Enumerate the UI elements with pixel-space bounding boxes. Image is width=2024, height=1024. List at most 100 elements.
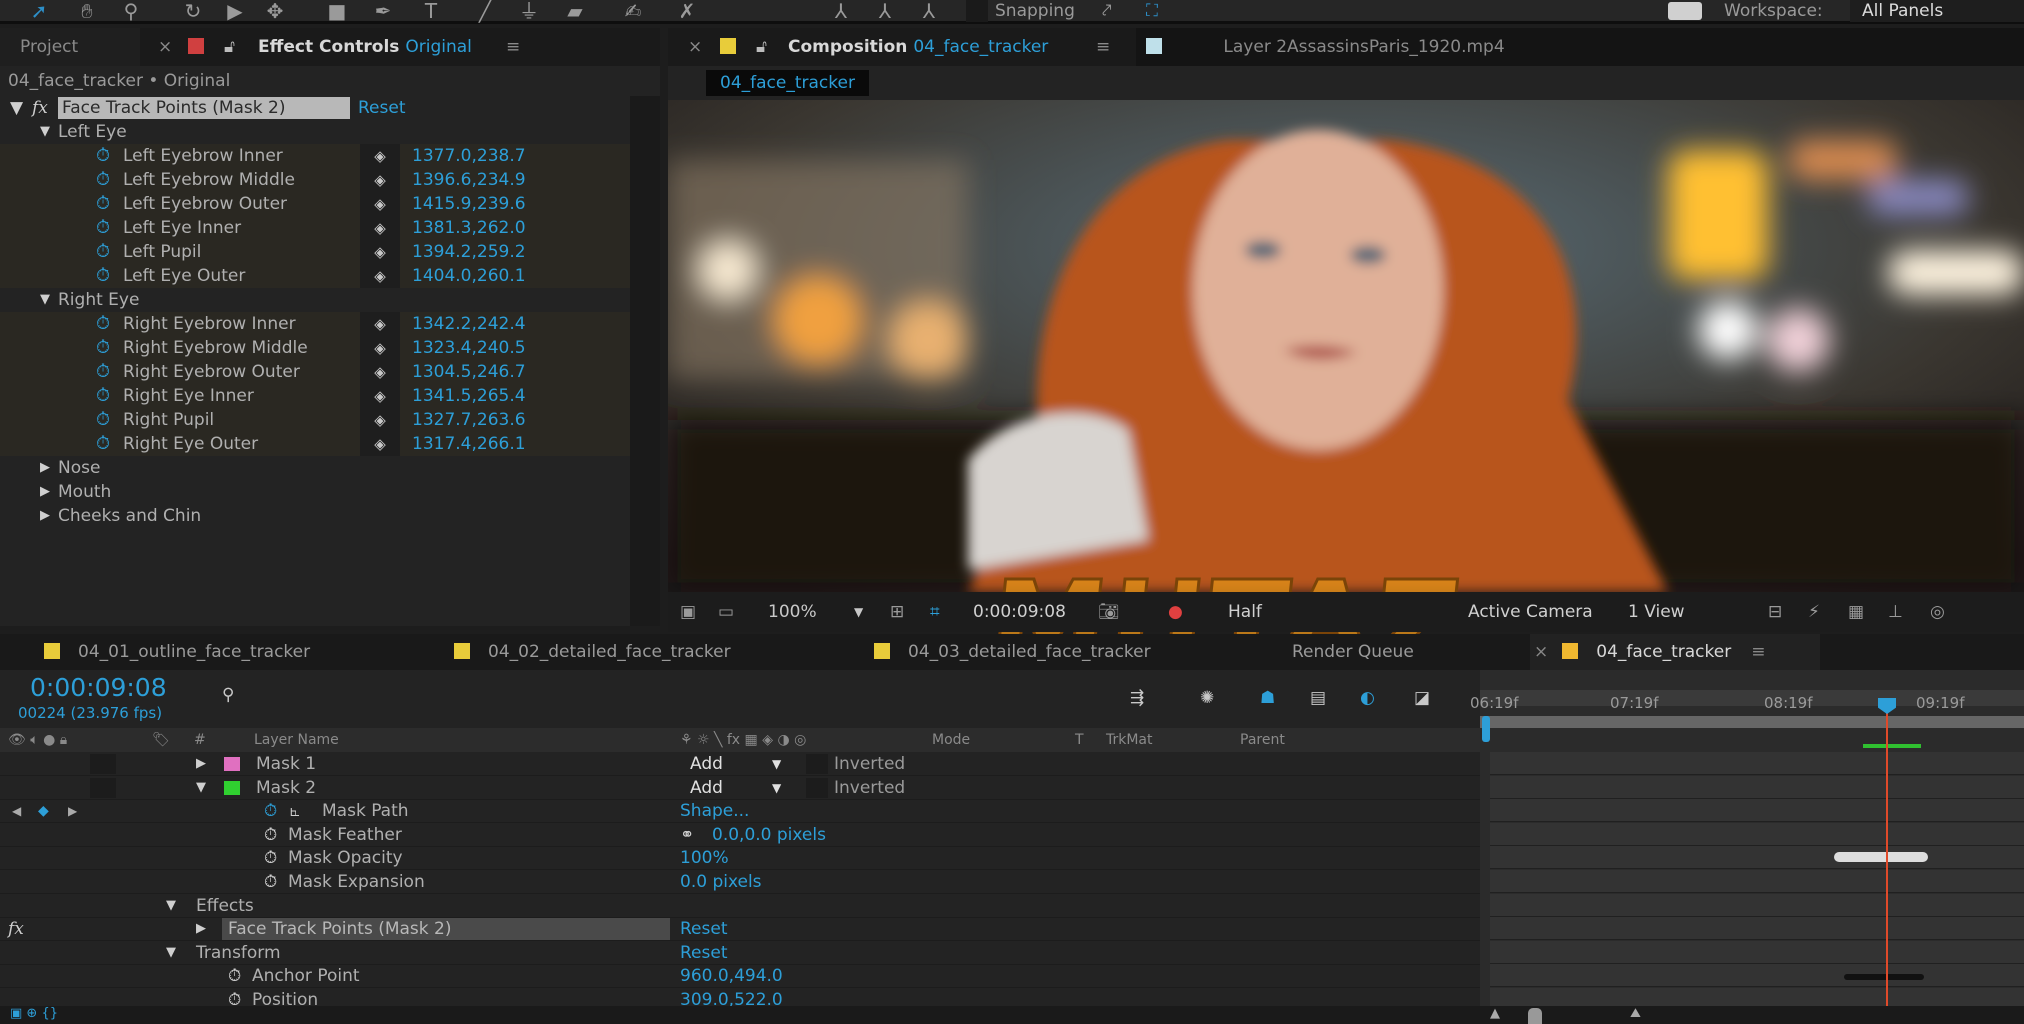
point-target-icon[interactable]: ◈ [360, 144, 400, 168]
vr-headset-icon[interactable] [1668, 2, 1702, 20]
axis-tool-3-icon[interactable]: ⅄ [914, 0, 944, 22]
prev-keyframe-icon[interactable]: ◀ [12, 799, 21, 823]
disclosure-triangle-icon[interactable]: ▼ [10, 96, 23, 120]
lock-switch[interactable] [90, 777, 116, 798]
point-value[interactable]: 1415.9,239.6 [412, 192, 526, 216]
stopwatch-icon[interactable]: ⏱︎ [264, 870, 277, 894]
exposure-reset-icon[interactable]: ◎ [1930, 592, 1945, 632]
chevron-down-icon[interactable]: ▼ [772, 752, 781, 776]
timeline-row[interactable]: ▼ Mask 2 Add ▼ Inverted [0, 776, 1480, 800]
composition-viewer[interactable] [668, 100, 2024, 592]
track-row[interactable] [1490, 775, 2024, 799]
point-target-icon[interactable]: ◈ [360, 432, 400, 456]
comp-flow-chip[interactable]: 04_face_tracker [706, 70, 869, 96]
pixel-aspect-icon[interactable]: ⊟ [1768, 592, 1782, 632]
channels-icon[interactable]: ● [1168, 592, 1183, 632]
timeline-row[interactable]: ▼ Transform Reset [0, 941, 1480, 965]
snapping-checkbox[interactable] [966, 0, 988, 22]
snap-option-icon[interactable]: ⤤ [1102, 0, 1112, 22]
timeline-tab[interactable]: 04_03_detailed_face_tracker [874, 634, 1151, 670]
point-target-icon[interactable]: ◈ [360, 408, 400, 432]
stopwatch-icon[interactable]: ⏱︎ [96, 240, 110, 264]
close-tab-icon[interactable]: × [688, 28, 702, 66]
reset-button[interactable]: Reset [680, 941, 728, 965]
snapshot-icon[interactable]: 📷︎ [1098, 592, 1120, 632]
motion-blur-icon[interactable]: ◐ [1360, 688, 1375, 708]
timeline-tab[interactable]: 04_01_outline_face_tracker [44, 634, 310, 670]
keyframe-cluster[interactable] [1844, 974, 1924, 980]
rotate-tool-icon[interactable]: ↻ [178, 0, 208, 22]
axis-tool-1-icon[interactable]: ⅄ [826, 0, 856, 22]
camera-tool-icon[interactable]: ▶ [220, 0, 250, 22]
disclosure-closed-icon[interactable]: ▶ [196, 917, 206, 941]
playhead-handle[interactable] [1878, 698, 1896, 714]
mask-color-chip[interactable] [224, 757, 240, 771]
point-target-icon[interactable]: ◈ [360, 192, 400, 216]
timeline-tab[interactable]: 04_02_detailed_face_tracker [454, 634, 731, 670]
mask-name[interactable]: Mask 1 [256, 752, 316, 776]
point-target-icon[interactable]: ◈ [360, 360, 400, 384]
rectangle-tool-icon[interactable]: ■ [322, 0, 352, 22]
point-target-icon[interactable]: ◈ [360, 168, 400, 192]
track-row[interactable] [1490, 964, 2024, 988]
track-row[interactable] [1490, 752, 2024, 775]
keyframe-diamond-icon[interactable]: ◆ [38, 799, 49, 823]
timeline-row[interactable]: ⏱︎ Anchor Point 960.0,494.0 [0, 964, 1480, 989]
tab-layer[interactable]: Layer 2AssassinsParis_1920.mp4 [1136, 28, 2024, 66]
disclosure-closed-icon[interactable]: ▶ [196, 752, 206, 776]
property-value[interactable]: 0.0,0.0 pixels [712, 823, 826, 847]
timeline-search[interactable]: ⚲ [222, 682, 462, 708]
point-value[interactable]: 1327.7,263.6 [412, 408, 526, 432]
disclosure-open-icon[interactable]: ▼ [166, 894, 176, 918]
fx-icon[interactable]: fx [32, 96, 48, 120]
track-row[interactable] [1490, 799, 2024, 823]
tab-project[interactable]: Project [0, 28, 140, 66]
column-trkmat[interactable]: TrkMat [1106, 728, 1153, 752]
clone-stamp-tool-icon[interactable]: ⏚ [514, 0, 544, 22]
effect-group-mouth[interactable]: ▶ Mouth [0, 480, 630, 504]
mask-mode-select[interactable]: Add [690, 752, 723, 776]
disclosure-closed-icon[interactable]: ▶ [40, 480, 50, 504]
point-target-icon[interactable]: ◈ [360, 336, 400, 360]
point-value[interactable]: 1377.0,238.7 [412, 144, 526, 168]
graph-icon[interactable]: ⦜ [290, 799, 300, 823]
fx-icon[interactable]: fx [8, 917, 24, 941]
point-value[interactable]: 1304.5,246.7 [412, 360, 526, 384]
zoom-in-icon[interactable]: ⛰︎ [1630, 1006, 1641, 1021]
point-target-icon[interactable]: ◈ [360, 384, 400, 408]
camera-select[interactable]: Active Camera [1468, 592, 1593, 632]
work-area-start-handle[interactable] [1482, 716, 1490, 742]
always-preview-icon[interactable]: ▣ [680, 592, 696, 632]
property-value[interactable]: 960.0,494.0 [680, 964, 783, 988]
stopwatch-icon[interactable]: ⏱︎ [96, 144, 110, 168]
zoom-out-icon[interactable]: ▲ [1490, 1006, 1500, 1021]
stopwatch-icon[interactable]: ⏱︎ [264, 846, 277, 870]
selection-tool-icon[interactable]: ➚ [24, 0, 54, 22]
axis-tool-2-icon[interactable]: ⅄ [870, 0, 900, 22]
disclosure-open-icon[interactable]: ▼ [40, 120, 50, 144]
point-value[interactable]: 1404.0,260.1 [412, 264, 526, 288]
column-mode[interactable]: Mode [932, 728, 970, 752]
inverted-checkbox[interactable] [806, 777, 828, 798]
property-value[interactable]: Shape... [680, 799, 749, 823]
track-row[interactable] [1490, 870, 2024, 893]
stopwatch-icon[interactable]: ⏱︎ [96, 336, 110, 360]
timeline-tab[interactable]: Render Queue [1292, 634, 1414, 670]
point-target-icon[interactable]: ◈ [360, 240, 400, 264]
stopwatch-icon[interactable]: ⏱︎ [96, 216, 110, 240]
disclosure-open-icon[interactable]: ▼ [196, 776, 206, 800]
puppet-pin-tool-icon[interactable]: ✗ [672, 0, 702, 22]
point-target-icon[interactable]: ◈ [360, 264, 400, 288]
mask-color-chip[interactable] [224, 780, 240, 795]
tab-composition[interactable]: Composition 04_face_tracker [788, 28, 1048, 66]
point-value[interactable]: 1317.4,266.1 [412, 432, 526, 456]
timeline-tab[interactable]: × 04_face_tracker ≡ [1530, 634, 1820, 670]
point-value[interactable]: 1396.6,234.9 [412, 168, 526, 192]
disclosure-closed-icon[interactable]: ▶ [40, 504, 50, 528]
chevron-down-icon[interactable]: ▼ [772, 776, 781, 800]
flowchart-icon[interactable]: ⊥ [1888, 592, 1903, 632]
disclosure-closed-icon[interactable]: ▶ [40, 456, 50, 480]
point-value[interactable]: 1342.2,242.4 [412, 312, 526, 336]
lock-icon[interactable]: 🔓︎ [756, 28, 767, 66]
stopwatch-icon[interactable]: ⏱︎ [264, 799, 277, 823]
